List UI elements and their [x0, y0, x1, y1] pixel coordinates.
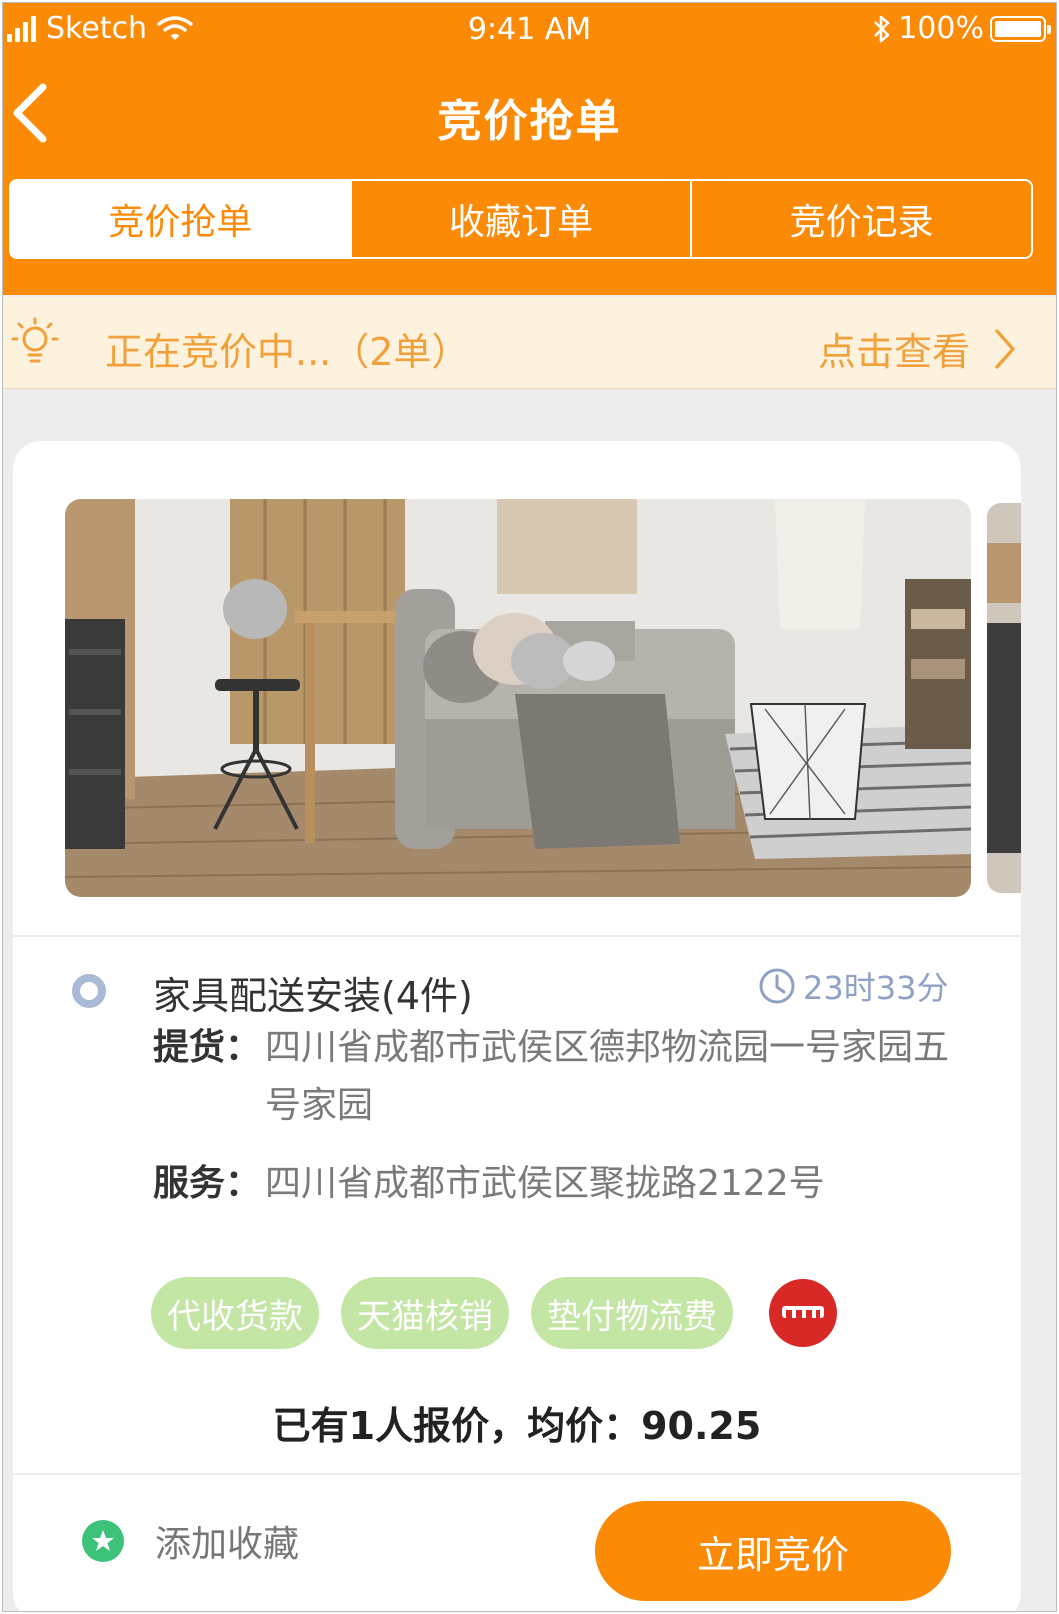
card-divider-top — [13, 935, 1021, 937]
tab-favorites[interactable]: 收藏订单 — [349, 181, 691, 257]
bid-now-button[interactable]: 立即竞价 — [595, 1501, 951, 1601]
favorite-label: 添加收藏 — [155, 1524, 300, 1565]
bluetooth-icon — [874, 15, 890, 42]
battery-icon — [990, 15, 1051, 42]
tab-bidding[interactable]: 竞价抢单 — [11, 181, 350, 257]
bidding-status-text: 正在竞价中...（2单） — [105, 330, 470, 374]
status-bar: Sketch 9:41 AM 100% — [3, 3, 1056, 57]
tab-bid-records[interactable]: 竞价记录 — [690, 181, 1031, 257]
order-title: 家具配送安装(4件) — [153, 974, 473, 1018]
tag-tmall-verify: 天猫核销 — [341, 1277, 509, 1349]
order-card: 家具配送安装(4件) 23时33分 提货： 四川省成都市武侯区德邦物流园一号家园… — [13, 441, 1021, 1611]
pickup-label: 提货： — [153, 1027, 262, 1068]
next-photo-preview[interactable] — [987, 503, 1021, 893]
view-link-label: 点击查看 — [817, 330, 970, 374]
page-title: 竞价抢单 — [437, 96, 622, 147]
header: Sketch 9:41 AM 100% 竞价抢单 竞价抢单 收藏订单 竞价记录 — [3, 3, 1056, 295]
battery-percent: 100% — [898, 11, 984, 46]
service-label: 服务： — [153, 1163, 262, 1204]
view-bidding-link[interactable]: 点击查看 — [818, 321, 1016, 376]
card-divider-bottom — [13, 1473, 1021, 1475]
add-favorite-button[interactable]: 添加收藏 — [81, 1515, 299, 1567]
segmented-tabs: 竞价抢单 收藏订单 竞价记录 — [9, 179, 1033, 259]
living-room-image — [65, 499, 971, 897]
bidding-notice-bar[interactable]: 正在竞价中...（2单） 点击查看 — [3, 297, 1056, 389]
radio-icon — [72, 974, 106, 1008]
phone-screen: Sketch 9:41 AM 100% 竞价抢单 竞价抢单 收藏订单 竞价记录 … — [2, 2, 1057, 1612]
star-icon — [82, 1520, 124, 1562]
chevron-right-icon — [995, 328, 1015, 369]
countdown-timer: 23时33分 — [757, 963, 948, 1009]
timer-value: 23时33分 — [803, 969, 949, 1007]
navigation-bar: 竞价抢单 — [3, 63, 1056, 163]
pickup-address: 提货： 四川省成都市武侯区德邦物流园一号家园五号家园 — [153, 1019, 965, 1135]
order-tags: 代收货款 天猫核销 垫付物流费 — [151, 1277, 837, 1349]
clock-icon — [759, 968, 795, 1004]
service-value: 四川省成都市武侯区聚拢路2122号 — [265, 1163, 825, 1204]
bid-quote-summary: 已有1人报价，均价：90.25 — [272, 1404, 762, 1448]
tmall-icon — [769, 1279, 837, 1347]
bulb-icon — [11, 317, 59, 363]
next-photo-image — [987, 503, 1021, 893]
order-photo[interactable] — [65, 499, 971, 897]
service-address: 服务： 四川省成都市武侯区聚拢路2122号 — [153, 1155, 965, 1213]
tag-advance-shipping: 垫付物流费 — [531, 1277, 733, 1349]
tag-cash-on-delivery: 代收货款 — [151, 1277, 319, 1349]
pickup-value: 四川省成都市武侯区德邦物流园一号家园五号家园 — [265, 1027, 950, 1126]
